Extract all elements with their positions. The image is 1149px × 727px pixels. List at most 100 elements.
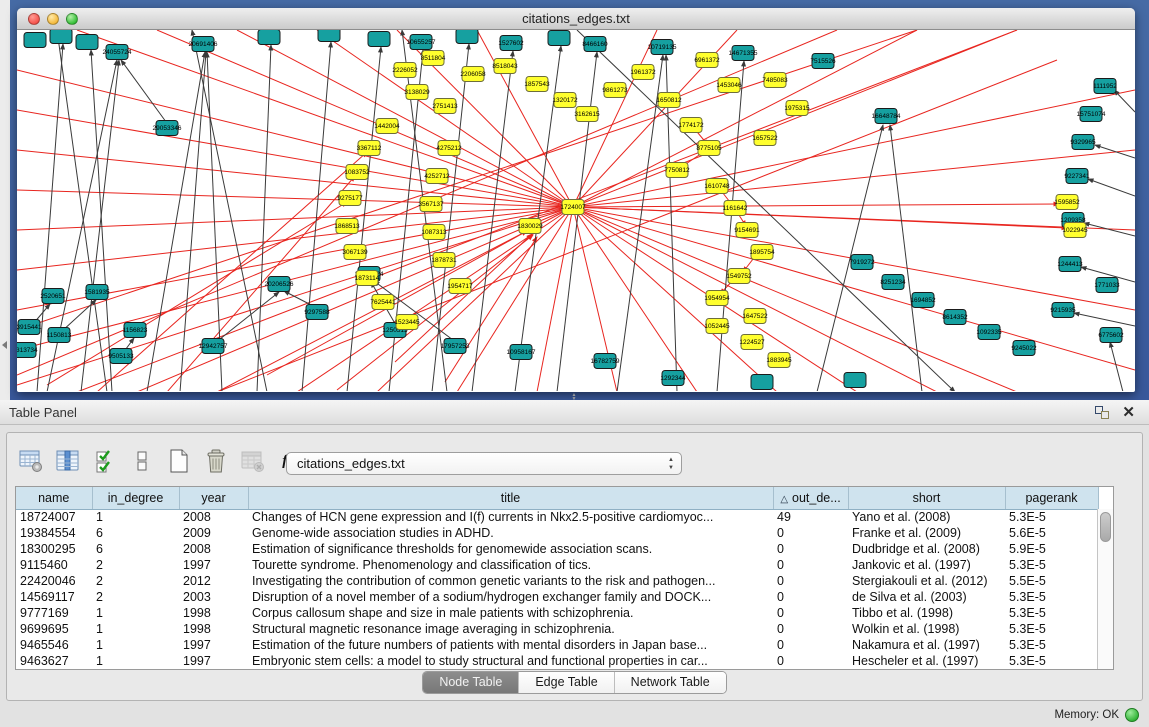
graph-edge[interactable] (573, 207, 1017, 391)
graph-node[interactable]: 3162615 (574, 107, 600, 122)
graph-node[interactable]: 24055724 (103, 45, 132, 60)
memory-status-indicator[interactable] (1125, 708, 1139, 722)
network-canvas[interactable]: 2405572420691406106552571527602846616010… (17, 30, 1135, 391)
tab-network-table[interactable]: Network Table (615, 672, 726, 693)
graph-edge[interactable] (573, 150, 1135, 207)
cell-name[interactable]: 9115460 (16, 557, 92, 573)
cell-title[interactable]: Corpus callosum shape and size in male p… (248, 605, 773, 621)
graph-node[interactable]: 1083752 (344, 165, 370, 180)
graph-node[interactable] (258, 30, 280, 45)
cell-in_degree[interactable]: 1 (92, 637, 179, 653)
graph-node[interactable]: 1647522 (742, 309, 768, 324)
graph-node[interactable]: 10719135 (648, 40, 677, 55)
cell-title[interactable]: Disruption of a novel member of a sodium… (248, 589, 773, 605)
cell-in_degree[interactable]: 2 (92, 557, 179, 573)
delete-selected-icon[interactable] (202, 447, 230, 475)
graph-node[interactable]: 9861273 (602, 83, 628, 98)
table-row[interactable]: 946362711997Embryonic stem cells: a mode… (16, 653, 1098, 669)
node-table[interactable]: namein_degreeyeartitle△out_de...shortpag… (15, 486, 1114, 670)
graph-node[interactable]: 29053346 (153, 121, 182, 136)
cell-short[interactable]: Tibbo et al. (1998) (848, 605, 1005, 621)
cell-year[interactable]: 1997 (179, 637, 248, 653)
graph-node[interactable]: 6775602 (1098, 328, 1124, 343)
graph-node[interactable]: 3567137 (418, 197, 444, 212)
column-header-name[interactable]: name (16, 487, 92, 509)
cell-in_degree[interactable]: 1 (92, 621, 179, 637)
cell-out_degree[interactable]: 0 (773, 573, 848, 589)
graph-node[interactable] (50, 30, 72, 44)
cell-in_degree[interactable]: 2 (92, 573, 179, 589)
column-header-title[interactable]: title (248, 487, 773, 509)
graph-node[interactable]: 1883945 (766, 353, 792, 368)
cell-short[interactable]: Dudbridge et al. (2008) (848, 541, 1005, 557)
table-options-icon[interactable] (17, 447, 45, 475)
cell-name[interactable]: 9777169 (16, 605, 92, 621)
graph-edge[interactable] (1095, 145, 1135, 158)
graph-node[interactable]: 1320172 (552, 93, 578, 108)
cell-pagerank[interactable]: 5.3E-5 (1005, 637, 1098, 653)
graph-node[interactable]: 7919272 (849, 255, 875, 270)
table-row[interactable]: 1872400712008Changes of HCN gene express… (16, 509, 1098, 525)
clear-row-selection-icon[interactable] (128, 447, 156, 475)
column-header-out_degree[interactable]: △out_de... (773, 487, 848, 509)
graph-node[interactable]: 1022945 (1062, 223, 1088, 238)
float-panel-icon[interactable] (1095, 406, 1109, 419)
graph-node[interactable]: 9215935 (1050, 303, 1076, 318)
graph-node[interactable]: 1771033 (1094, 278, 1120, 293)
cell-name[interactable]: 9699695 (16, 621, 92, 637)
graph-node[interactable] (844, 373, 866, 388)
cell-in_degree[interactable]: 6 (92, 525, 179, 541)
graph-node[interactable]: 1442004 (374, 119, 400, 134)
cell-short[interactable]: Wolkin et al. (1998) (848, 621, 1005, 637)
graph-edge[interactable] (1088, 179, 1135, 196)
graph-node[interactable]: 1453046 (716, 78, 742, 93)
cell-pagerank[interactable]: 5.5E-5 (1005, 573, 1098, 589)
cell-name[interactable]: 19384554 (16, 525, 92, 541)
graph-node[interactable]: 3915441 (17, 320, 42, 335)
graph-node[interactable]: 1549752 (726, 269, 752, 284)
cell-name[interactable]: 18300295 (16, 541, 92, 557)
cell-short[interactable]: Hescheler et al. (1997) (848, 653, 1005, 669)
graph-node[interactable]: 1111952 (1093, 79, 1117, 94)
graph-edge[interactable] (302, 42, 331, 391)
cell-pagerank[interactable]: 5.3E-5 (1005, 589, 1098, 605)
cell-short[interactable]: de Silva et al. (2003) (848, 589, 1005, 605)
cell-pagerank[interactable]: 5.3E-5 (1005, 509, 1098, 525)
graph-node[interactable]: 1724007 (560, 200, 586, 215)
column-header-in_degree[interactable]: in_degree (92, 487, 179, 509)
cell-pagerank[interactable]: 5.3E-5 (1005, 605, 1098, 621)
graph-node[interactable]: 3138029 (404, 85, 430, 100)
cell-name[interactable]: 9465546 (16, 637, 92, 653)
graph-node[interactable]: 15751074 (1077, 107, 1106, 122)
cell-short[interactable]: Nakamura et al. (1997) (848, 637, 1005, 653)
graph-node[interactable]: 1292344 (660, 371, 686, 386)
cell-pagerank[interactable]: 5.3E-5 (1005, 621, 1098, 637)
graph-node[interactable]: 12942757 (199, 339, 228, 354)
cell-in_degree[interactable]: 6 (92, 541, 179, 557)
graph-node[interactable]: 6961372 (694, 53, 720, 68)
graph-node[interactable] (318, 30, 340, 42)
cell-out_degree[interactable]: 0 (773, 525, 848, 541)
cell-out_degree[interactable]: 0 (773, 621, 848, 637)
cell-out_degree[interactable]: 49 (773, 509, 848, 525)
cell-pagerank[interactable]: 5.9E-5 (1005, 541, 1098, 557)
cell-short[interactable]: Yano et al. (2008) (848, 509, 1005, 525)
graph-node[interactable]: 1052445 (704, 319, 730, 334)
table-scrollbar-thumb[interactable] (1100, 512, 1111, 542)
graph-node[interactable]: 4275212 (436, 141, 462, 156)
graph-edge[interactable] (890, 125, 922, 391)
create-new-column-icon[interactable] (165, 447, 193, 475)
graph-node[interactable]: 17957253 (441, 339, 470, 354)
cell-name[interactable]: 9463627 (16, 653, 92, 669)
cell-name[interactable]: 14569117 (16, 589, 92, 605)
graph-node[interactable]: 1694852 (910, 293, 936, 308)
cell-out_degree[interactable]: 0 (773, 637, 848, 653)
table-selector-dropdown[interactable]: citations_edges.txt ▲▼ (286, 452, 682, 475)
graph-node[interactable]: 9505133 (108, 349, 134, 364)
graph-node[interactable]: 1873114 (355, 271, 380, 286)
graph-edge[interactable] (137, 207, 573, 391)
graph-edge[interactable] (573, 30, 1017, 207)
graph-node[interactable]: 9245022 (1011, 341, 1037, 356)
graph-node[interactable]: 1878731 (431, 253, 457, 268)
table-row[interactable]: 969969511998Structural magnetic resonanc… (16, 621, 1098, 637)
